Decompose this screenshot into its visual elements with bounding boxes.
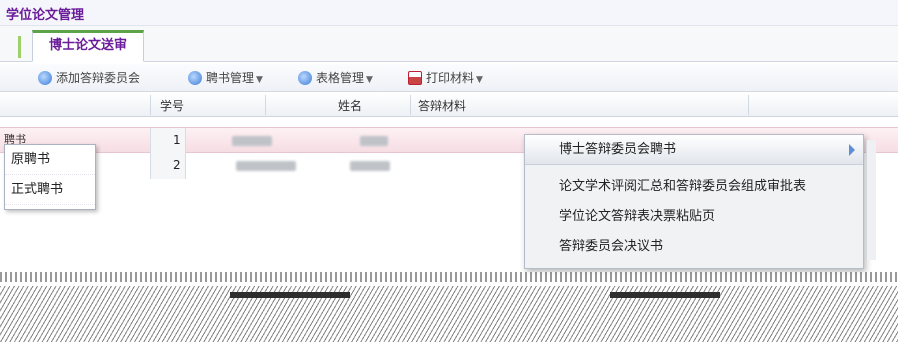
redacted-student-id bbox=[236, 161, 296, 171]
certificate-icon bbox=[188, 71, 202, 85]
column-divider bbox=[265, 95, 266, 115]
grid-header: 学号 姓名 答辩材料 bbox=[0, 93, 898, 117]
dark-stroke bbox=[610, 292, 720, 298]
certificate-popup-menu: 原聘书 正式聘书 bbox=[4, 144, 96, 210]
redacted-student-id bbox=[232, 136, 272, 146]
dropdown-item-approval-form[interactable]: 论文学术评阅汇总和答辩委员会组成审批表 bbox=[559, 175, 806, 194]
add-committee-label: 添加答辩委员会 bbox=[56, 71, 141, 85]
chevron-right-icon bbox=[849, 144, 855, 156]
dropdown-item-ballot-page[interactable]: 学位论文答辩表决票粘贴页 bbox=[559, 205, 715, 224]
materials-dropdown: 博士答辩委员会聘书 论文学术评阅汇总和答辩委员会组成审批表 学位论文答辩表决票粘… bbox=[524, 134, 864, 269]
column-divider bbox=[748, 95, 749, 115]
column-divider bbox=[410, 95, 411, 115]
certificate-menu-button[interactable]: 聘书管理 ▼ bbox=[186, 68, 263, 88]
hatched-background bbox=[0, 286, 898, 342]
tab-strip: 博士论文送审 bbox=[0, 26, 898, 62]
certificate-menu-label: 聘书管理 bbox=[206, 71, 255, 85]
status-bar bbox=[0, 272, 898, 282]
menu-item-official-certificate[interactable]: 正式聘书 bbox=[5, 175, 95, 205]
print-icon bbox=[408, 71, 422, 85]
table-menu-button[interactable]: 表格管理 ▼ bbox=[296, 68, 373, 88]
app-title-bar: 学位论文管理 bbox=[0, 0, 898, 26]
tab-doctoral-review[interactable]: 博士论文送审 bbox=[32, 30, 145, 62]
chevron-down-icon: ▼ bbox=[476, 75, 483, 85]
table-icon bbox=[298, 71, 312, 85]
tab-marker bbox=[18, 36, 21, 58]
menu-item-original-certificate[interactable]: 原聘书 bbox=[5, 145, 95, 175]
column-name[interactable]: 姓名 bbox=[338, 97, 362, 114]
dark-stroke bbox=[230, 292, 350, 298]
chevron-down-icon: ▼ bbox=[366, 75, 373, 85]
redacted-name bbox=[360, 136, 388, 146]
row-index: 2 bbox=[150, 153, 186, 179]
print-menu-button[interactable]: 打印材料 ▼ bbox=[406, 68, 483, 88]
dropdown-scrollbar[interactable] bbox=[866, 140, 876, 260]
column-student-id[interactable]: 学号 bbox=[160, 97, 184, 114]
print-menu-label: 打印材料 bbox=[426, 71, 475, 85]
column-materials[interactable]: 答辩材料 bbox=[418, 97, 466, 114]
table-menu-label: 表格管理 bbox=[316, 71, 365, 85]
chevron-down-icon: ▼ bbox=[256, 75, 263, 85]
add-committee-button[interactable]: 添加答辩委员会 bbox=[36, 68, 140, 88]
dropdown-selected-item[interactable]: 博士答辩委员会聘书 bbox=[525, 135, 863, 165]
row-index: 1 bbox=[150, 128, 186, 154]
dropdown-selected-label: 博士答辩委员会聘书 bbox=[559, 142, 677, 157]
app-title: 学位论文管理 bbox=[6, 8, 85, 23]
redacted-name bbox=[350, 161, 390, 171]
add-icon bbox=[38, 71, 52, 85]
toolbar: 添加答辩委员会 聘书管理 ▼ 表格管理 ▼ 打印材料 ▼ bbox=[0, 64, 898, 92]
column-divider bbox=[150, 95, 151, 115]
dropdown-item-resolution[interactable]: 答辩委员会决议书 bbox=[559, 235, 663, 254]
